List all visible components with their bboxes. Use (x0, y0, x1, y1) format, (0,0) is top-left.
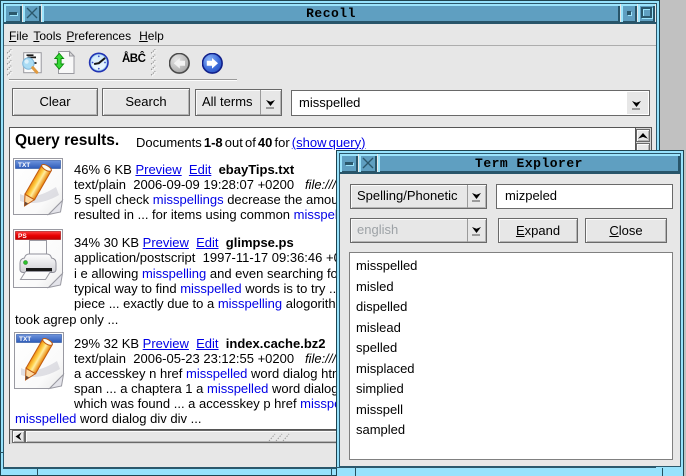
svg-text:TXT: TXT (18, 162, 30, 169)
svg-text:TXT: TXT (19, 336, 31, 343)
svg-text:PS: PS (18, 233, 27, 240)
